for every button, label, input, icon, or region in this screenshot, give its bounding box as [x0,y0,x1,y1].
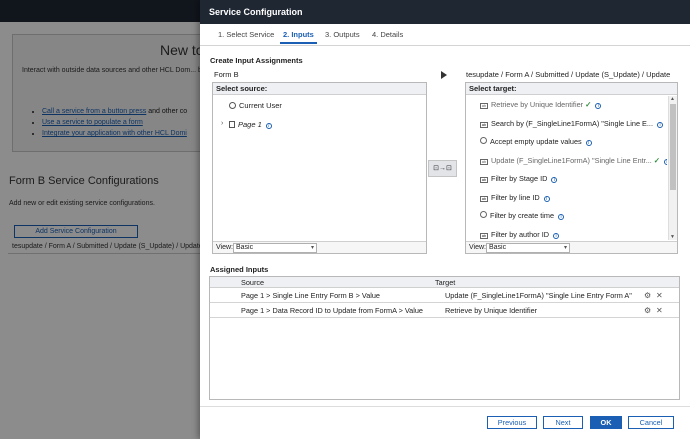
field-icon: ab [480,103,488,109]
previous-button[interactable]: Previous [487,416,537,429]
assigned-inputs-table: Source Target Page 1 > Single Line Entry… [209,276,680,400]
create-input-assignments-title: Create Input Assignments [210,56,303,65]
target-list: ab Retrieve by Unique Identifier ✓ i ab Sear… [466,96,667,240]
target-item-label: Filter by Stage ID [491,174,548,183]
scroll-down-icon[interactable]: ▼ [670,234,675,240]
target-item-filter-line[interactable]: ab Filter by line ID i [466,189,667,208]
view-label: View: [469,244,486,251]
source-form-name: Form B [214,70,239,79]
source-view-select[interactable]: Basic ▾ [233,243,317,253]
target-item-label: Update (F_SingleLine1FormA) "Single Line… [491,155,652,165]
target-view-bar: View: Basic ▾ [466,241,677,253]
info-icon[interactable]: i [265,123,272,129]
cancel-button[interactable]: Cancel [628,416,674,429]
wizard-tabs: 1. Select Service 2. Inputs 3. Outputs 4… [200,24,690,46]
table-row[interactable]: Page 1 > Data Record ID to Update from F… [210,303,679,318]
chevron-right-icon[interactable]: › [221,120,223,127]
target-item-accept-empty[interactable]: Accept empty update values i [466,133,667,152]
scrollbar-thumb[interactable] [670,104,676,190]
tab-details[interactable]: 4. Details [372,30,403,39]
table-row[interactable]: Page 1 > Single Line Entry Form B > Valu… [210,288,679,303]
row-source: Page 1 > Single Line Entry Form B > Valu… [241,291,380,300]
assigned-table-header: Source Target [210,277,679,288]
target-item-label: Filter by line ID [491,192,540,202]
source-view-bar: View: Basic ▾ [213,241,426,253]
info-icon[interactable]: i [553,232,559,239]
view-label: View: [216,244,233,251]
target-select-box: Select target: ab Retrieve by Unique Iden… [465,82,678,254]
source-box-header: Select source: [213,83,426,95]
target-item-label: Retrieve by Unique Identifier [491,100,584,109]
tab-inputs[interactable]: 2. Inputs [280,30,317,44]
footer-divider [200,406,690,407]
field-icon: ab [480,177,488,183]
check-icon: ✓ [585,100,592,109]
clock-icon [480,211,487,218]
target-box-header: Select target: [466,83,677,95]
gear-icon[interactable]: ⚙ [644,288,651,303]
target-item-update[interactable]: ab Update (F_SingleLine1FormA) "Single Li… [466,152,667,171]
source-item-label: Current User [239,101,282,110]
column-source: Source [241,278,265,287]
scroll-up-icon[interactable]: ▲ [670,96,675,102]
target-item-search[interactable]: ab Search by (F_SingleLine1FormA) "Single… [466,115,667,134]
target-item-label: Filter by author ID [491,229,549,239]
info-icon[interactable]: i [558,214,565,220]
assigned-inputs-title: Assigned Inputs [210,265,269,274]
view-select-value: Basic [489,244,507,251]
source-item-page-1[interactable]: Page 1i [229,120,272,129]
tab-select-service[interactable]: 1. Select Service [218,30,274,39]
target-view-select[interactable]: Basic ▾ [486,243,570,253]
view-select-value: Basic [236,244,254,251]
source-item-label: Page 1 [238,120,262,129]
row-target: Retrieve by Unique Identifier [445,306,538,315]
target-item-label: Search by (F_SingleLine1FormA) "Single L… [491,118,653,128]
info-icon[interactable]: i [663,158,667,165]
check-icon: ✓ [653,155,660,165]
info-icon[interactable]: i [657,121,663,128]
tab-outputs[interactable]: 3. Outputs [325,30,360,39]
page-icon [229,121,235,128]
next-button[interactable]: Next [543,416,583,429]
assign-transfer-button[interactable]: ⊡→⊡ [428,160,457,177]
toggle-icon [480,137,487,144]
target-item-label: Accept empty update values [490,137,582,146]
close-icon[interactable]: ✕ [656,303,663,318]
row-target: Update (F_SingleLine1FormA) "Single Line… [445,291,632,300]
user-icon [229,102,236,109]
info-icon[interactable]: i [595,103,602,109]
field-icon: ab [480,195,488,202]
target-scrollbar[interactable]: ▲ ▼ [668,96,677,240]
chevron-down-icon: ▾ [310,245,314,251]
field-icon: ab [480,232,488,239]
target-item-retrieve[interactable]: ab Retrieve by Unique Identifier ✓ i [466,96,667,115]
target-item-filter-create-time[interactable]: Filter by create time i [466,207,667,226]
target-item-filter-author[interactable]: ab Filter by author ID i [466,226,667,241]
dialog-title: Service Configuration [200,0,690,24]
target-item-filter-stage[interactable]: ab Filter by Stage ID i [466,170,667,189]
close-icon[interactable]: ✕ [656,288,663,303]
source-select-box: Select source: Current User › Page 1i Vi… [212,82,427,254]
arrow-right-icon [441,71,447,79]
field-icon: ab [480,158,488,165]
info-icon[interactable]: i [543,195,550,202]
ok-button[interactable]: OK [590,416,622,429]
row-source: Page 1 > Data Record ID to Update from F… [241,306,423,315]
column-target: Target [435,278,456,287]
source-item-current-user[interactable]: Current User [229,101,282,110]
field-icon: ab [480,121,488,128]
chevron-down-icon: ▾ [563,245,567,251]
target-item-label: Filter by create time [490,211,555,220]
info-icon[interactable]: i [551,177,558,183]
gear-icon[interactable]: ⚙ [644,303,651,318]
target-service-path: tesupdate / Form A / Submitted / Update … [466,70,671,79]
info-icon[interactable]: i [585,140,592,146]
